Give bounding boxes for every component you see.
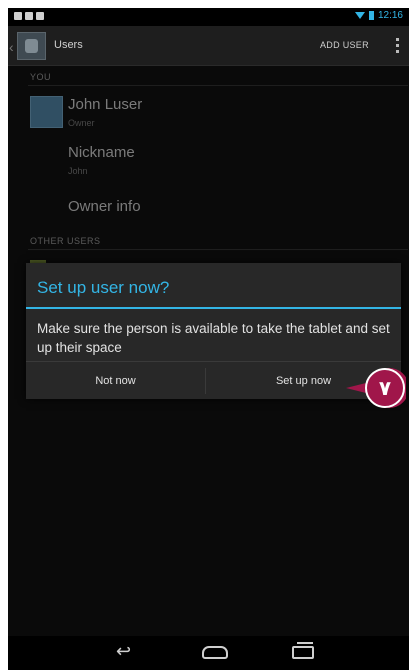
- dialog-title: Set up user now?: [37, 278, 170, 297]
- users-app-icon[interactable]: [17, 32, 46, 60]
- action-bar: ‹ Users ADD USER: [8, 26, 409, 66]
- step-callout-marker: ٧: [346, 368, 406, 408]
- add-user-button[interactable]: ADD USER: [320, 40, 369, 50]
- battery-icon: [368, 11, 374, 20]
- recent-apps-icon[interactable]: [292, 642, 314, 659]
- home-icon[interactable]: [202, 646, 228, 659]
- dialog-message: Make sure the person is available to tak…: [37, 321, 390, 355]
- status-icons: 12:16: [354, 10, 403, 21]
- not-now-button[interactable]: Not now: [26, 362, 205, 399]
- dialog-title-divider: [26, 307, 401, 309]
- action-bar-title: Users: [54, 39, 83, 51]
- tablet-screen: 12:16 ‹ Users ADD USER YOU John Luser Ow…: [8, 8, 409, 670]
- overflow-menu-icon[interactable]: [396, 38, 400, 53]
- wifi-icon: [354, 12, 365, 19]
- notification-icon: [36, 12, 44, 20]
- clock: 12:16: [377, 10, 403, 21]
- status-bar: 12:16: [8, 8, 409, 26]
- callout-step-number: ٧: [379, 376, 391, 400]
- notification-icon: [14, 12, 22, 20]
- navigation-bar: ↩: [8, 636, 409, 670]
- notification-icon: [25, 12, 33, 20]
- back-arrow-icon[interactable]: ↩: [116, 642, 131, 660]
- notification-icons: [14, 12, 44, 20]
- up-caret-icon[interactable]: ‹: [9, 39, 14, 55]
